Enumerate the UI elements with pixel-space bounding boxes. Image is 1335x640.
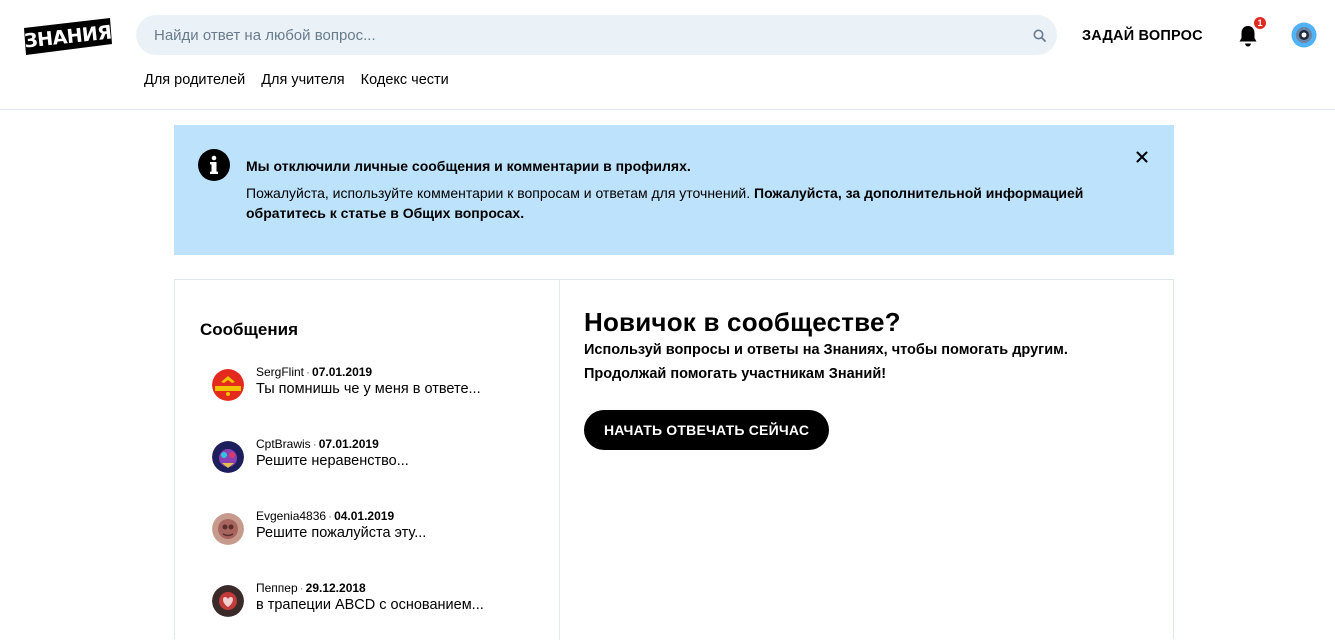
message-meta: CptBrawis · 07.01.2019 (256, 437, 379, 451)
newbie-title: Новичок в сообществе? (584, 307, 901, 337)
search-input[interactable] (136, 15, 1021, 55)
message-meta: SergFlint · 07.01.2019 (256, 365, 373, 379)
nav-for-parents[interactable]: Для родителей (144, 72, 245, 88)
start-answering-button[interactable]: НАЧАТЬ ОТВЕЧАТЬ СЕЙЧАС (584, 410, 830, 450)
message-meta: Пеппер · 29.12.2018 (256, 581, 366, 595)
message-item[interactable]: Evgenia4836 · 04.01.2019 Решите пожалуйста… (212, 509, 542, 549)
nav-for-teachers[interactable]: Для учителя (261, 72, 344, 88)
message-date: 29.12.2018 (305, 581, 366, 595)
message-meta: Evgenia4836 · 04.01.2019 (256, 509, 395, 523)
search-bar (136, 15, 1057, 55)
logo-text: ЗНАНИЯ (24, 21, 112, 52)
notification-badge: 1 (1252, 15, 1268, 31)
message-preview: Решите неравенство... (256, 453, 409, 469)
info-icon (198, 149, 230, 181)
info-banner: Мы отключили личные сообщения и коммента… (174, 125, 1174, 255)
avatar (212, 369, 244, 401)
message-preview: в трапеции ABCD с основанием... (256, 597, 484, 613)
message-author[interactable]: Пеппер (256, 581, 298, 595)
main-content: Сообщения SergFlint · 07.01.2019 Ты помниш… (174, 279, 1174, 640)
message-date: 07.01.2019 (318, 437, 379, 451)
user-avatar[interactable] (1291, 22, 1317, 48)
message-author[interactable]: SergFlint (256, 365, 304, 379)
messages-title: Сообщения (200, 320, 298, 339)
znaniya-logo[interactable]: ЗНАНИЯ (24, 18, 112, 55)
message-item[interactable]: CptBrawis · 07.01.2019 Решите неравенство.… (212, 437, 542, 477)
header: ЗНАНИЯ ЗАДАЙ ВОПРОС 1 Для родителей Для … (0, 0, 1335, 110)
messages-panel: Сообщения SergFlint · 07.01.2019 Ты помниш… (175, 280, 560, 640)
close-icon[interactable] (1134, 149, 1150, 165)
message-preview: Решите пожалуйста эту... (256, 525, 427, 541)
message-item[interactable]: SergFlint · 07.01.2019 Ты помнишь че у мен… (212, 365, 542, 405)
top-nav: Для родителей Для учителя Кодекс чести (144, 72, 449, 88)
banner-text: Пожалуйста, используйте комментарии к во… (246, 183, 1146, 223)
avatar (212, 513, 244, 545)
search-icon[interactable] (1021, 15, 1057, 55)
message-preview: Ты помнишь че у меня в ответе... (256, 381, 481, 397)
avatar (212, 585, 244, 617)
newbie-line-2: Продолжай помогать участникам Знаний! (584, 366, 887, 382)
message-author[interactable]: Evgenia4836 (256, 509, 326, 523)
ask-question-button[interactable]: ЗАДАЙ ВОПРОС (1082, 24, 1203, 48)
newbie-panel: Новичок в сообществе? Используй вопросы … (584, 306, 1154, 450)
message-date: 04.01.2019 (334, 509, 395, 523)
avatar (212, 441, 244, 473)
message-author[interactable]: CptBrawis (256, 437, 311, 451)
nav-honor-code[interactable]: Кодекс чести (361, 72, 449, 88)
newbie-line-1: Используй вопросы и ответы на Знаниях, ч… (584, 342, 1068, 358)
message-item[interactable]: Пеппер · 29.12.2018 в трапеции ABCD с осно… (212, 581, 542, 621)
banner-text-regular: Пожалуйста, используйте комментарии к во… (246, 185, 754, 201)
message-date: 07.01.2019 (312, 365, 373, 379)
banner-title: Мы отключили личные сообщения и коммента… (246, 158, 691, 174)
